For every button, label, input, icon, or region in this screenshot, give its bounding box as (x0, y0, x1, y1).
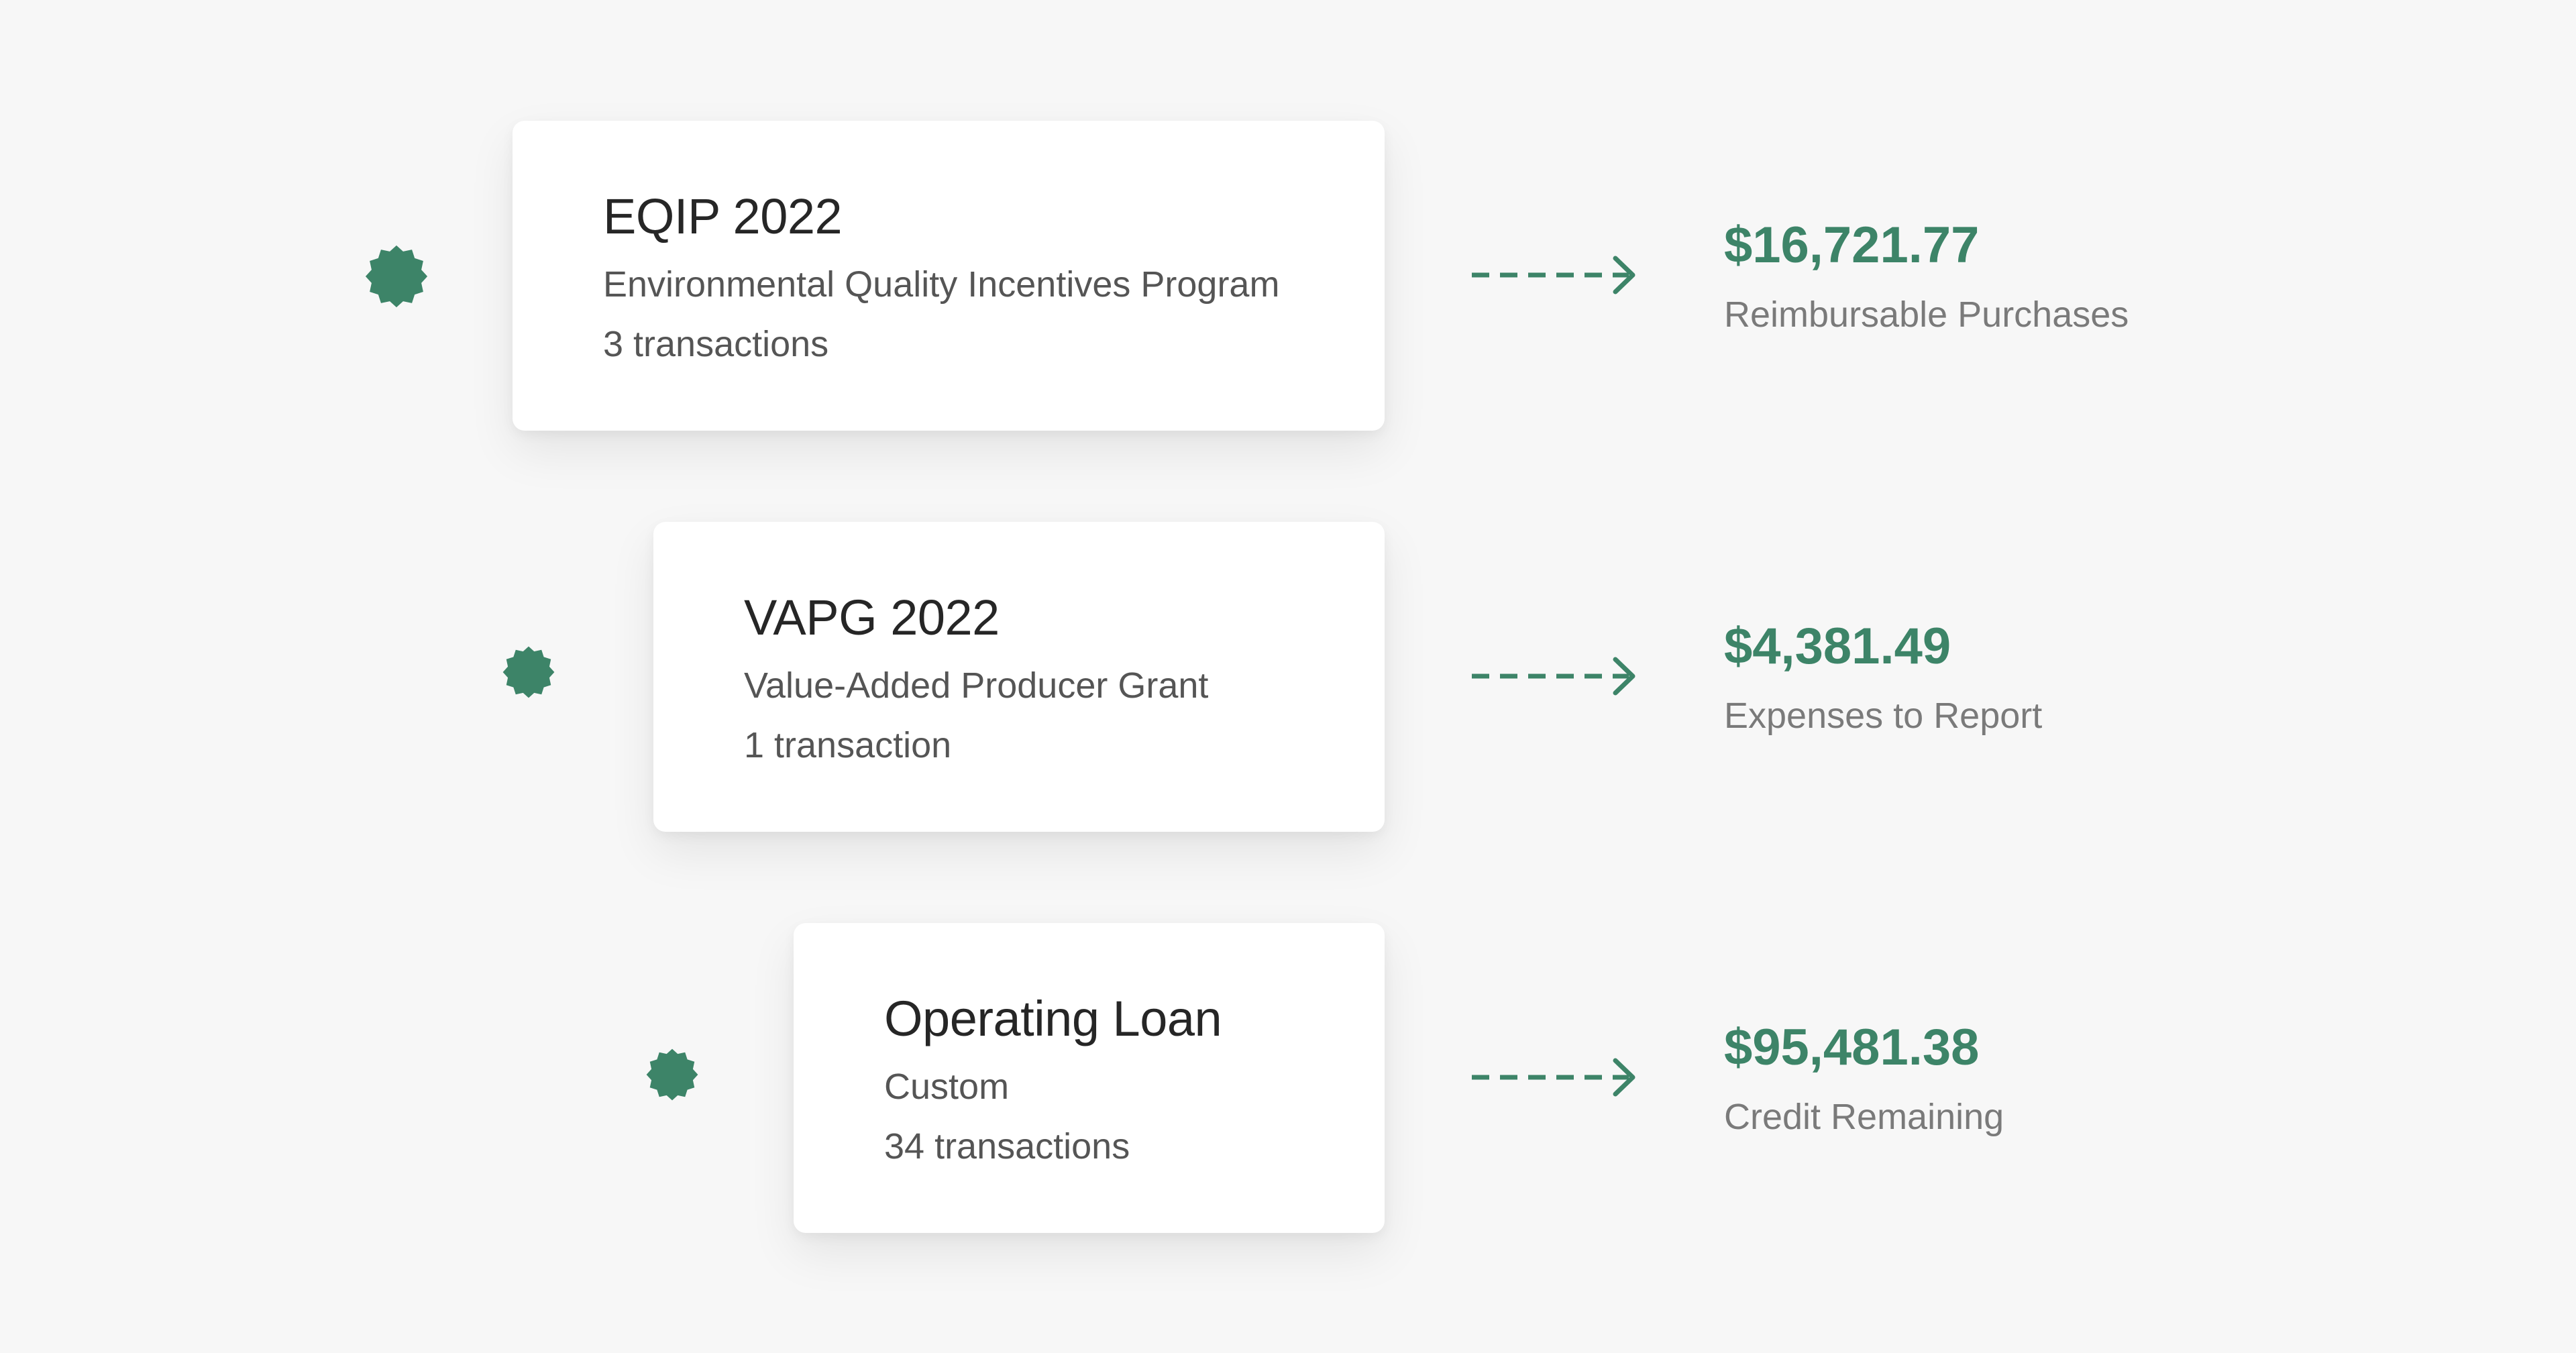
program-card-eqip[interactable]: EQIP 2022 Environmental Quality Incentiv… (513, 121, 1385, 431)
program-subtitle: Value-Added Producer Grant (744, 665, 1209, 706)
amount-label: Reimbursable Purchases (1724, 294, 2129, 335)
program-card-operating-loan[interactable]: Operating Loan Custom 34 transactions (794, 923, 1385, 1233)
transaction-count: 34 transactions (884, 1126, 1130, 1167)
starburst-shape (502, 646, 555, 698)
amount-value: $4,381.49 (1724, 618, 1951, 675)
program-title: EQIP 2022 (603, 188, 843, 244)
transaction-count: 1 transaction (744, 725, 952, 765)
starburst-icon (645, 1048, 699, 1101)
program-subtitle: Environmental Quality Incentives Program (603, 264, 1280, 305)
starburst-icon (502, 645, 555, 699)
program-subtitle: Custom (884, 1067, 1010, 1107)
amount-value: $95,481.38 (1724, 1019, 1980, 1076)
starburst-shape (365, 245, 428, 308)
starburst-shape (646, 1048, 698, 1101)
starburst-icon (364, 244, 429, 309)
program-title: VAPG 2022 (744, 590, 1000, 645)
amount-label: Credit Remaining (1724, 1097, 2004, 1137)
dashed-arrow-right-icon (1469, 1054, 1638, 1101)
dashed-arrow-right-icon (1469, 252, 1638, 299)
amount-value: $16,721.77 (1724, 217, 1980, 274)
transaction-count: 3 transactions (603, 324, 829, 364)
dashed-arrow-right-icon (1469, 653, 1638, 700)
program-card-vapg[interactable]: VAPG 2022 Value-Added Producer Grant 1 t… (653, 522, 1385, 832)
amount-label: Expenses to Report (1724, 696, 2043, 736)
program-title: Operating Loan (884, 991, 1222, 1046)
